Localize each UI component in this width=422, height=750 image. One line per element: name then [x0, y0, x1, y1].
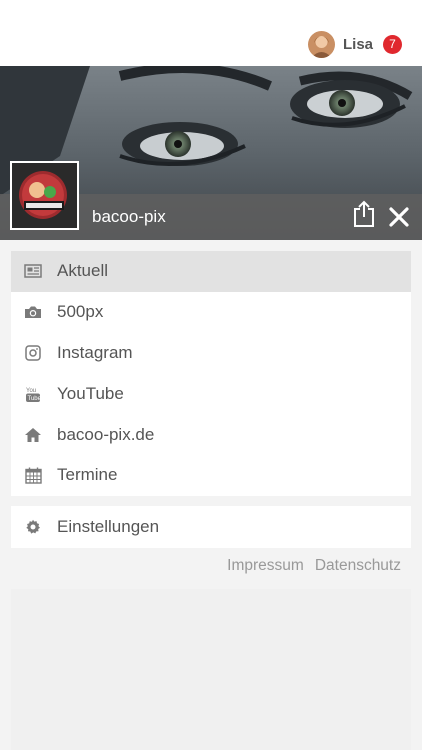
- youtube-icon: You Tube: [24, 385, 42, 403]
- menu-item-label: Termine: [57, 465, 118, 485]
- newspaper-icon: [24, 262, 42, 280]
- user-name: Lisa: [342, 35, 373, 53]
- datenschutz-link[interactable]: Datenschutz: [315, 557, 401, 575]
- menu-item-aktuell[interactable]: Aktuell: [11, 251, 411, 292]
- menu-item-label: 500px: [57, 302, 104, 322]
- menu-item-website[interactable]: bacoo-pix.de: [11, 414, 411, 455]
- footer-links: Impressum Datenschutz: [227, 557, 401, 575]
- home-icon: [24, 426, 42, 444]
- top-bar: Lisa 7: [0, 0, 422, 66]
- menu-item-einstellungen[interactable]: Einstellungen: [11, 506, 411, 548]
- menu-item-youtube[interactable]: You Tube YouTube: [11, 373, 411, 414]
- impressum-link[interactable]: Impressum: [227, 557, 304, 575]
- menu-item-label: YouTube: [57, 383, 124, 403]
- channel-logo: [10, 161, 79, 230]
- svg-text:You: You: [26, 388, 36, 394]
- user-profile[interactable]: Lisa 7: [307, 30, 402, 58]
- menu-item-label: Instagram: [57, 342, 133, 362]
- menu-item-label: Aktuell: [57, 261, 109, 281]
- menu-item-termine[interactable]: Termine: [11, 455, 411, 496]
- share-button[interactable]: [352, 200, 376, 228]
- avatar[interactable]: [307, 30, 335, 58]
- channel-header: bacoo-pix: [0, 66, 422, 240]
- close-button[interactable]: [387, 205, 411, 229]
- camera-icon: [24, 303, 42, 321]
- menu-item-500px[interactable]: 500px: [11, 292, 411, 333]
- share-icon: [354, 200, 374, 227]
- channel-name: bacoo-pix: [92, 207, 166, 226]
- svg-text:Tube: Tube: [28, 396, 42, 402]
- calendar-icon: [24, 466, 42, 484]
- settings-label: Einstellungen: [57, 517, 160, 536]
- content-placeholder: [11, 589, 411, 750]
- menu-item-instagram[interactable]: Instagram: [11, 333, 411, 374]
- gear-icon: [24, 518, 42, 536]
- instagram-icon: [24, 344, 42, 362]
- menu-item-label: bacoo-pix.de: [57, 424, 155, 444]
- channel-menu: Aktuell 500px Instagram You Tube YouTube …: [11, 251, 411, 496]
- notification-badge[interactable]: 7: [383, 34, 402, 54]
- close-icon: [389, 207, 409, 227]
